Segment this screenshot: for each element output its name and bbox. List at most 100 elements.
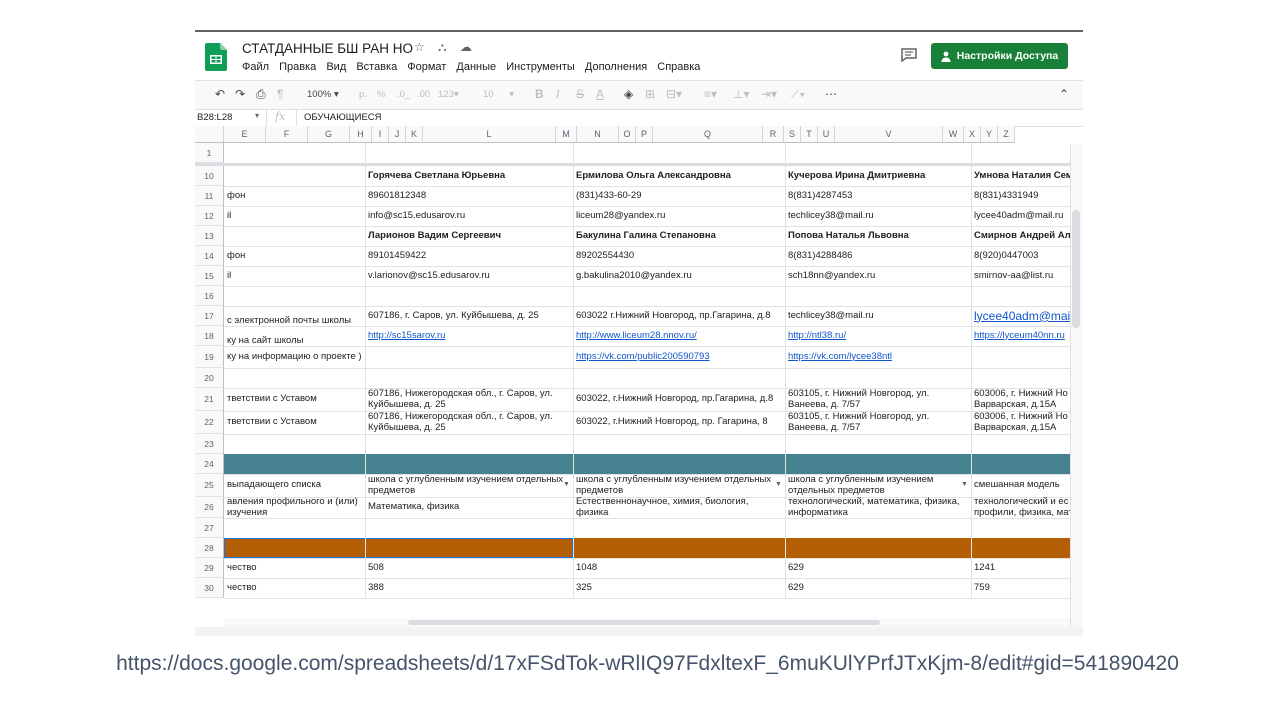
cell-r17-c1[interactable]: 607186, г. Саров, ул. Куйбышева, д. 25 [365,306,573,326]
cell-r18-c1[interactable]: http://sc15sarov.ru [365,326,573,346]
cell-r10-c3[interactable]: Кучерова Ирина Дмитриевна [785,166,971,186]
column-header-H[interactable]: H [350,126,372,143]
cell-r29-c0[interactable]: чество [224,558,365,578]
more-tools-button[interactable]: ⋯ [825,87,837,101]
cell-r12-c1[interactable]: info@sc15.edusarov.ru [365,206,573,226]
name-box[interactable]: B28:L28 [197,112,232,123]
cell-r18-c2[interactable]: http://www.liceum28.nnov.ru/ [573,326,785,346]
row-header-28[interactable]: 28 [195,538,224,558]
cell-r18-c4[interactable]: https://lyceum40nn.ru [971,326,1083,346]
menu-insert[interactable]: Вставка [356,61,397,73]
cell-r10-c0[interactable] [224,166,365,186]
cell-r20-c3[interactable] [785,368,971,388]
cell-r11-c0[interactable]: фон [224,186,365,206]
dropdown-chevron-icon[interactable]: ▼ [775,481,782,488]
cell-r25-c4[interactable]: смешанная модель [971,474,1083,497]
sheets-logo-icon[interactable] [205,43,227,71]
cell-r29-c4[interactable]: 1241 [971,558,1083,578]
cell-r18-c0[interactable]: ку на сайт школы [224,326,365,346]
row-header-26[interactable]: 26 [195,497,224,518]
cell-r28-c2[interactable] [573,538,785,558]
cell-r15-c2[interactable]: g.bakulina2010@yandex.ru [573,266,785,286]
cell-r28-c1[interactable] [365,538,573,558]
cell-r24-c0[interactable] [224,454,365,474]
cell-r19-c1[interactable] [365,346,573,368]
column-header-O[interactable]: O [619,126,636,143]
cell-r17-c4[interactable]: lycee40adm@mail. [971,306,1083,326]
row-header-22[interactable]: 22 [195,411,224,434]
cell-r13-c4[interactable]: Смирнов Андрей Але [971,226,1083,246]
comments-icon[interactable] [901,48,917,62]
cell-r14-c1[interactable]: 89101459422 [365,246,573,266]
cell-r20-c0[interactable] [224,368,365,388]
cell-r22-c0[interactable]: тветствии с Уставом [224,411,365,434]
italic-button[interactable]: I [556,87,559,101]
cell-r26-c3[interactable]: технологический, математика, физика, инф… [785,497,971,518]
cell-r19-c2[interactable]: https://vk.com/public200590793 [573,346,785,368]
row-header-25[interactable]: 25 [195,474,224,497]
cell-r29-c3[interactable]: 629 [785,558,971,578]
cell-r11-c2[interactable]: (831)433-60-29 [573,186,785,206]
column-header-M[interactable]: M [556,126,577,143]
menu-view[interactable]: Вид [326,61,346,73]
cell-r19-c4[interactable] [971,346,1083,368]
cell-r24-c3[interactable] [785,454,971,474]
cell-r26-c0[interactable]: авления профильного и (или) изучения [224,497,365,518]
cell-r29-c2[interactable]: 1048 [573,558,785,578]
cell-r15-c1[interactable]: v.larionov@sc15.edusarov.ru [365,266,573,286]
cell-r18-c3[interactable]: http://ntl38.ru/ [785,326,971,346]
cell-r25-c0[interactable]: выпадающего списка [224,474,365,497]
row-header-27[interactable]: 27 [195,518,224,538]
horizontal-align-icon[interactable]: ≡▾ [704,87,717,101]
horizontal-scroll-thumb[interactable] [408,620,880,625]
column-header-Q[interactable]: Q [653,126,763,143]
cell-r21-c0[interactable]: тветствии с Уставом [224,388,365,411]
star-icon[interactable]: ☆ [414,40,425,54]
cell-r13-c2[interactable]: Бакулина Галина Степановна [573,226,785,246]
undo-icon[interactable]: ↶ [215,87,225,101]
print-icon[interactable]: ⎙ [256,87,266,102]
cell-r23-c0[interactable] [224,434,365,454]
cell-r27-c2[interactable] [573,518,785,538]
row-header-23[interactable]: 23 [195,434,224,454]
cell-r30-c2[interactable]: 325 [573,578,785,598]
cell-r12-c2[interactable]: liceum28@yandex.ru [573,206,785,226]
menu-edit[interactable]: Правка [279,61,316,73]
column-header-P[interactable]: P [636,126,653,143]
cell-r17-c2[interactable]: 603022 г.Нижний Новгород, пр.Гагарина, д… [573,306,785,326]
cell-r28-c0[interactable] [224,538,365,558]
cell-r14-c4[interactable]: 8(920)0447003 [971,246,1083,266]
menu-data[interactable]: Данные [456,61,496,73]
cell-r16-c4[interactable] [971,286,1083,306]
cell-r30-c1[interactable]: 388 [365,578,573,598]
move-to-folder-icon[interactable]: ⛬ [438,40,446,54]
cell-r14-c0[interactable]: фон [224,246,365,266]
menu-tools[interactable]: Инструменты [506,61,575,73]
row-header-20[interactable]: 20 [195,368,224,388]
cell-r16-c3[interactable] [785,286,971,306]
column-header-T[interactable]: T [801,126,818,143]
cell-r12-c3[interactable]: techlicey38@mail.ru [785,206,971,226]
column-header-E[interactable]: E [224,126,266,143]
row-header-29[interactable]: 29 [195,558,224,578]
cell-r20-c4[interactable] [971,368,1083,388]
cell-r11-c1[interactable]: 89601812348 [365,186,573,206]
cell-r16-c2[interactable] [573,286,785,306]
row-header-1[interactable]: 1 [195,143,224,163]
column-header-X[interactable]: X [964,126,981,143]
cell-r30-c3[interactable]: 629 [785,578,971,598]
column-header-U[interactable]: U [818,126,835,143]
cell-r21-c4[interactable]: 603006, г. Нижний Но Варварская, д.15А [971,388,1083,411]
dropdown-chevron-icon[interactable]: ▼ [563,481,570,488]
document-title[interactable]: СТАТДАННЫЕ БШ РАН НО [242,41,413,56]
collapse-toolbar-icon[interactable]: ⌃ [1059,87,1069,101]
menu-format[interactable]: Формат [407,61,446,73]
cell-r22-c1[interactable]: 607186, Нижегородская обл., г. Саров, ул… [365,411,573,434]
cell-r29-c1[interactable]: 508 [365,558,573,578]
cell-r17-c0[interactable]: с электронной почты школы [224,306,365,326]
column-header-Y[interactable]: Y [981,126,998,143]
strikethrough-button[interactable]: S [576,87,584,101]
cell-r22-c3[interactable]: 603105, г. Нижний Новгород, ул. Ванеева,… [785,411,971,434]
cell-r23-c3[interactable] [785,434,971,454]
row-header-30[interactable]: 30 [195,578,224,598]
